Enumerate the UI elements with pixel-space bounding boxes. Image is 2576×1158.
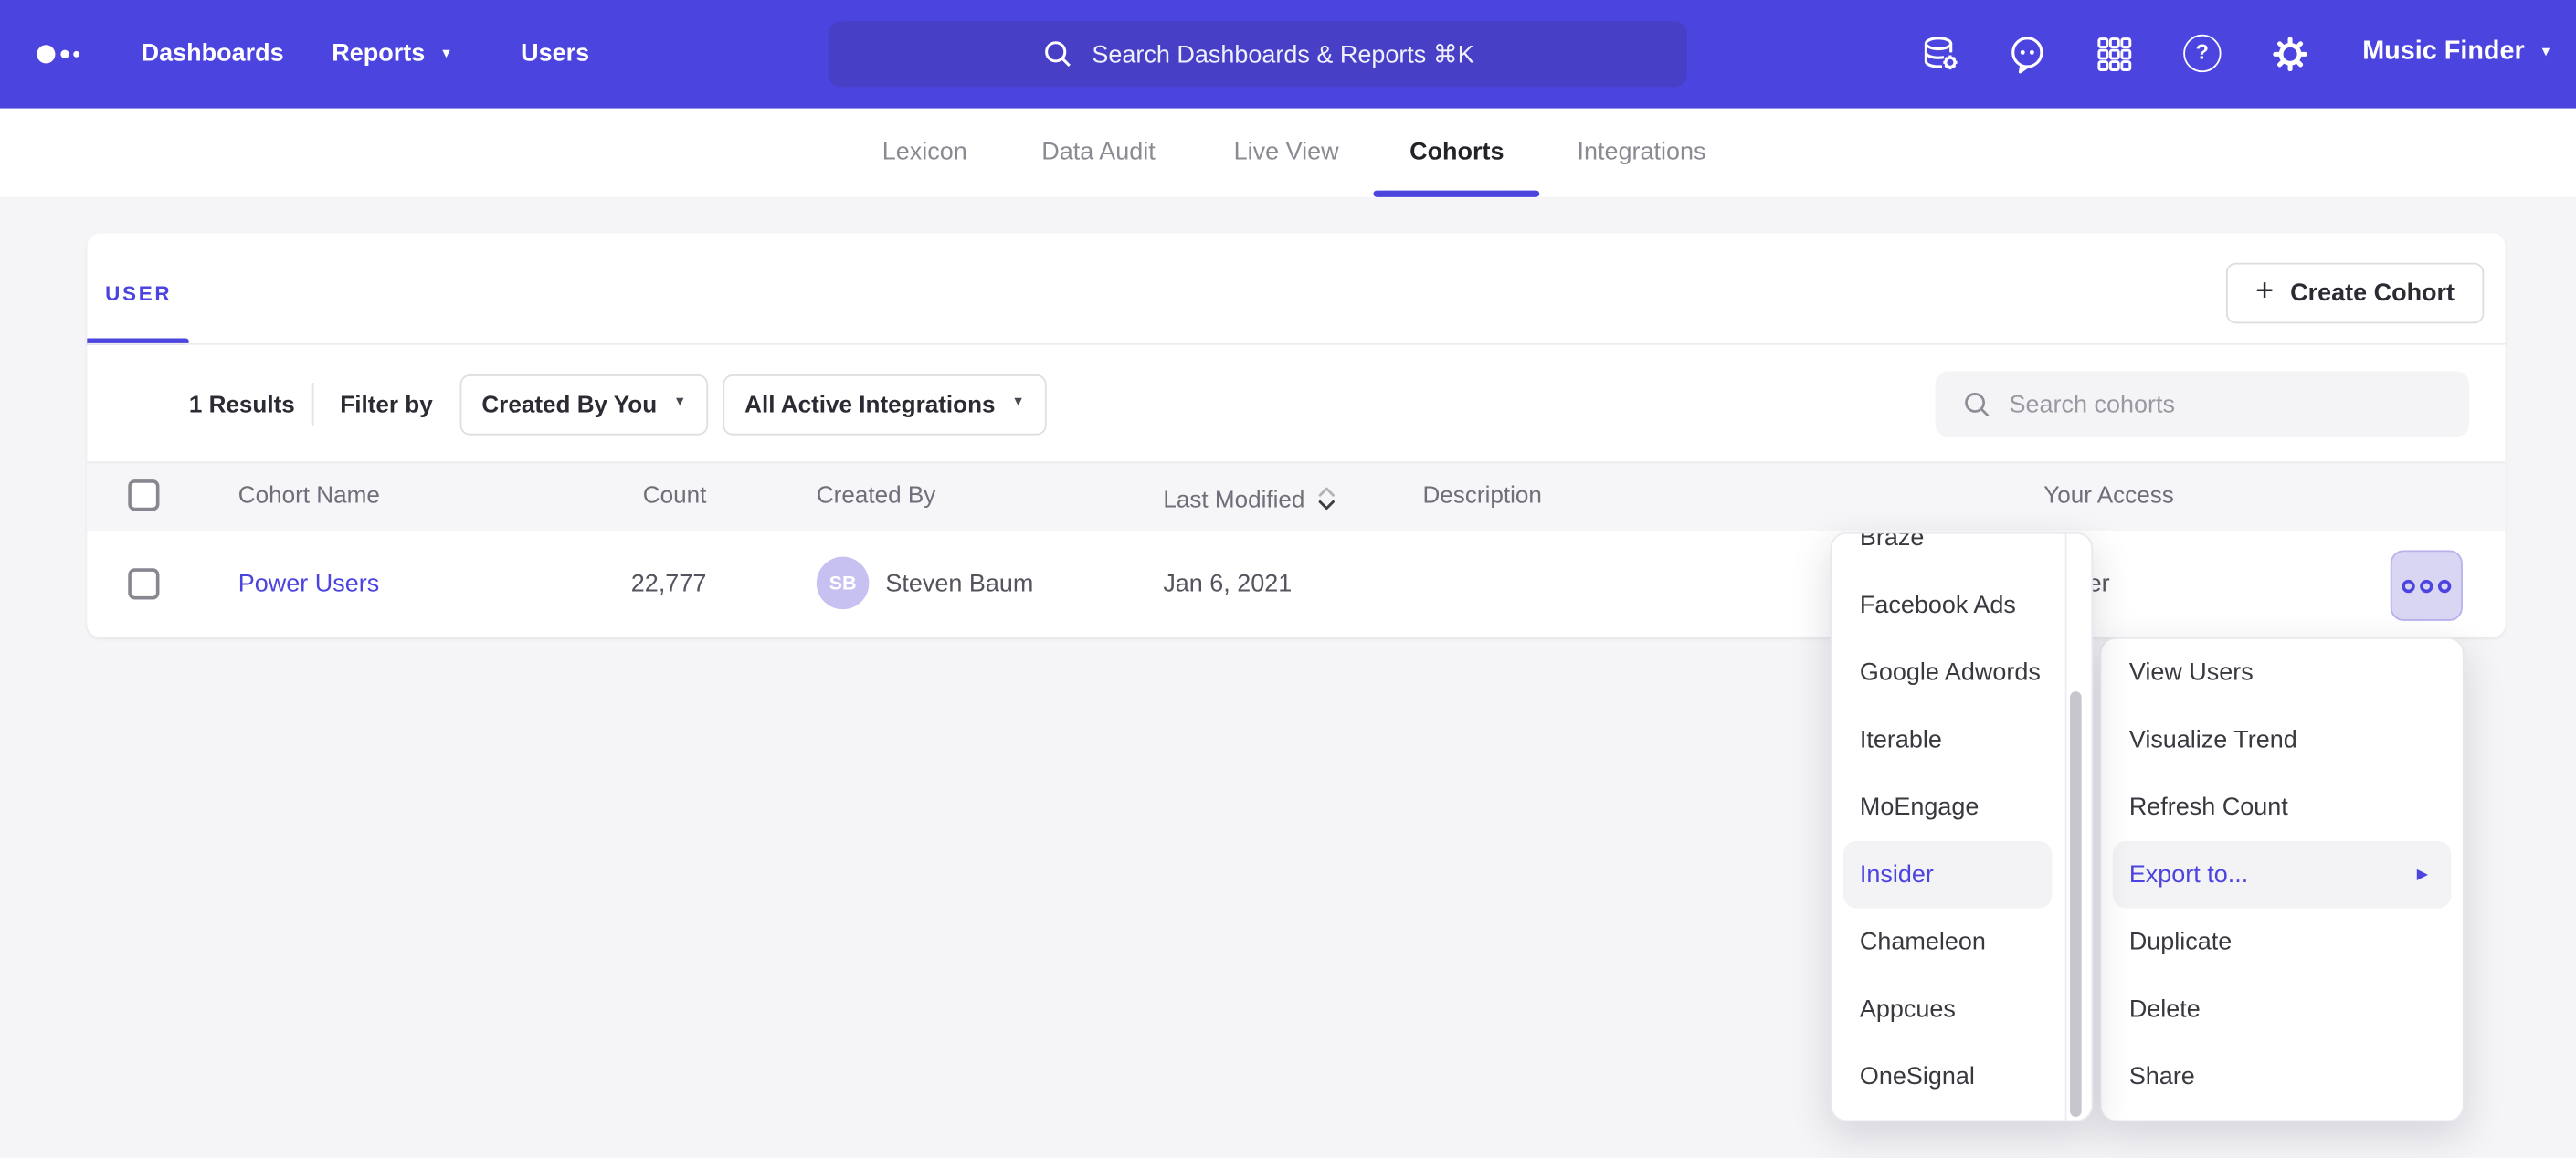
- table-header-row: Cohort Name Count Created By Last Modifi…: [87, 461, 2505, 532]
- column-header-count[interactable]: Count: [558, 483, 706, 510]
- menu-item-appcues[interactable]: Appcues: [1832, 975, 2091, 1043]
- sort-icon[interactable]: [1318, 486, 1336, 511]
- menu-item-visualize-trend[interactable]: Visualize Trend: [2101, 706, 2463, 774]
- tab-cohorts[interactable]: Cohorts: [1409, 138, 1504, 166]
- cohort-search-field[interactable]: [1936, 371, 2470, 437]
- menu-item-facebook-ads[interactable]: Facebook Ads: [1832, 572, 2091, 639]
- created-by-name: Steven Baum: [885, 570, 1033, 598]
- divider: [312, 383, 314, 426]
- column-header-description[interactable]: Description: [1422, 483, 1541, 510]
- search-icon: [1041, 37, 1074, 70]
- tab-integrations[interactable]: Integrations: [1578, 138, 1706, 166]
- menu-item-delete[interactable]: Delete: [2101, 975, 2463, 1043]
- global-search-placeholder: Search Dashboards & Reports ⌘K: [1092, 39, 1473, 68]
- project-selector[interactable]: Music Finder: [2362, 37, 2552, 67]
- cohort-count: 22,777: [558, 570, 706, 598]
- menu-item-iterable[interactable]: Iterable: [1832, 706, 2091, 774]
- cohort-search-input[interactable]: [2006, 388, 2440, 419]
- tab-lexicon[interactable]: Lexicon: [882, 138, 967, 166]
- nav-item-dashboards[interactable]: Dashboards: [142, 39, 284, 68]
- menu-item-insider[interactable]: Insider: [1843, 841, 2052, 909]
- brand-logo-icon[interactable]: [37, 43, 86, 66]
- menu-item-chameleon[interactable]: Chameleon: [1832, 909, 2091, 976]
- apps-grid-icon[interactable]: [2093, 33, 2136, 76]
- menu-item-export-to[interactable]: Export to... ▶: [2113, 841, 2451, 909]
- row-checkbox[interactable]: [128, 568, 159, 599]
- menu-item-share[interactable]: Share: [2101, 1043, 2463, 1111]
- column-header-created-by[interactable]: Created By: [817, 483, 935, 510]
- menu-item-refresh-count[interactable]: Refresh Count: [2101, 774, 2463, 841]
- secondary-tab-bar: Lexicon Data Audit Live View Cohorts Int…: [0, 109, 2576, 197]
- tab-live-view[interactable]: Live View: [1234, 138, 1339, 166]
- tab-data-audit[interactable]: Data Audit: [1041, 138, 1155, 166]
- filter-created-by-dropdown[interactable]: Created By You: [460, 374, 709, 436]
- row-context-menu: View Users Visualize Trend Refresh Count…: [2099, 637, 2464, 1122]
- feedback-bubble-icon[interactable]: [2006, 33, 2049, 76]
- help-icon[interactable]: [2183, 33, 2226, 76]
- export-destinations-submenu: Braze Facebook Ads Google Adwords Iterab…: [1830, 532, 2093, 1122]
- row-actions-button[interactable]: [2391, 550, 2463, 620]
- column-header-your-access[interactable]: Your Access: [2043, 483, 2174, 510]
- nav-item-users[interactable]: Users: [521, 39, 589, 68]
- export-destinations-list: Braze Facebook Ads Google Adwords Iterab…: [1832, 532, 2091, 1111]
- divider: [87, 343, 2505, 345]
- app-viewport: Dashboards Reports Users Search Dashboar…: [0, 0, 2576, 1158]
- select-all-checkbox[interactable]: [128, 479, 159, 511]
- ellipsis-icon: [2402, 579, 2414, 592]
- settings-gear-icon[interactable]: [2269, 33, 2312, 76]
- create-cohort-button[interactable]: Create Cohort: [2226, 263, 2484, 324]
- nav-item-reports[interactable]: Reports: [332, 39, 452, 68]
- menu-item-braze[interactable]: Braze: [1832, 532, 2091, 572]
- avatar: SB: [817, 557, 870, 610]
- menu-item-moengage[interactable]: MoEngage: [1832, 774, 2091, 841]
- menu-item-google-adwords[interactable]: Google Adwords: [1832, 639, 2091, 707]
- filter-integrations-dropdown[interactable]: All Active Integrations: [723, 374, 1046, 436]
- global-search-bar[interactable]: Search Dashboards & Reports ⌘K: [828, 21, 1687, 87]
- submenu-scrollbar[interactable]: [2070, 691, 2082, 1117]
- results-count: 1 Results: [189, 393, 295, 419]
- last-modified-date: Jan 6, 2021: [1163, 570, 1292, 598]
- cohorts-panel: USER Create Cohort 1 Results Filter by C…: [87, 233, 2505, 637]
- submenu-arrow-icon: ▶: [2417, 841, 2428, 909]
- active-tab-indicator: [1374, 191, 1540, 197]
- cohort-name-link[interactable]: Power Users: [238, 570, 379, 598]
- menu-item-duplicate[interactable]: Duplicate: [2101, 909, 2463, 976]
- search-icon: [1961, 388, 1992, 419]
- top-navigation-bar: Dashboards Reports Users Search Dashboar…: [0, 0, 2576, 109]
- menu-item-onesignal[interactable]: OneSignal: [1832, 1043, 2091, 1111]
- column-header-last-modified[interactable]: Last Modified: [1163, 483, 1336, 514]
- filter-by-label: Filter by: [340, 393, 432, 419]
- column-header-cohort-name[interactable]: Cohort Name: [238, 483, 380, 510]
- menu-item-view-users[interactable]: View Users: [2101, 639, 2463, 707]
- table-row[interactable]: Power Users 22,777 SB Steven Baum Jan 6,…: [87, 531, 2505, 637]
- data-management-icon[interactable]: [1919, 33, 1962, 76]
- divider: [2065, 534, 2067, 1121]
- context-menu-list: View Users Visualize Trend Refresh Count…: [2101, 639, 2463, 1111]
- cohort-type-tab-user[interactable]: USER: [105, 282, 172, 305]
